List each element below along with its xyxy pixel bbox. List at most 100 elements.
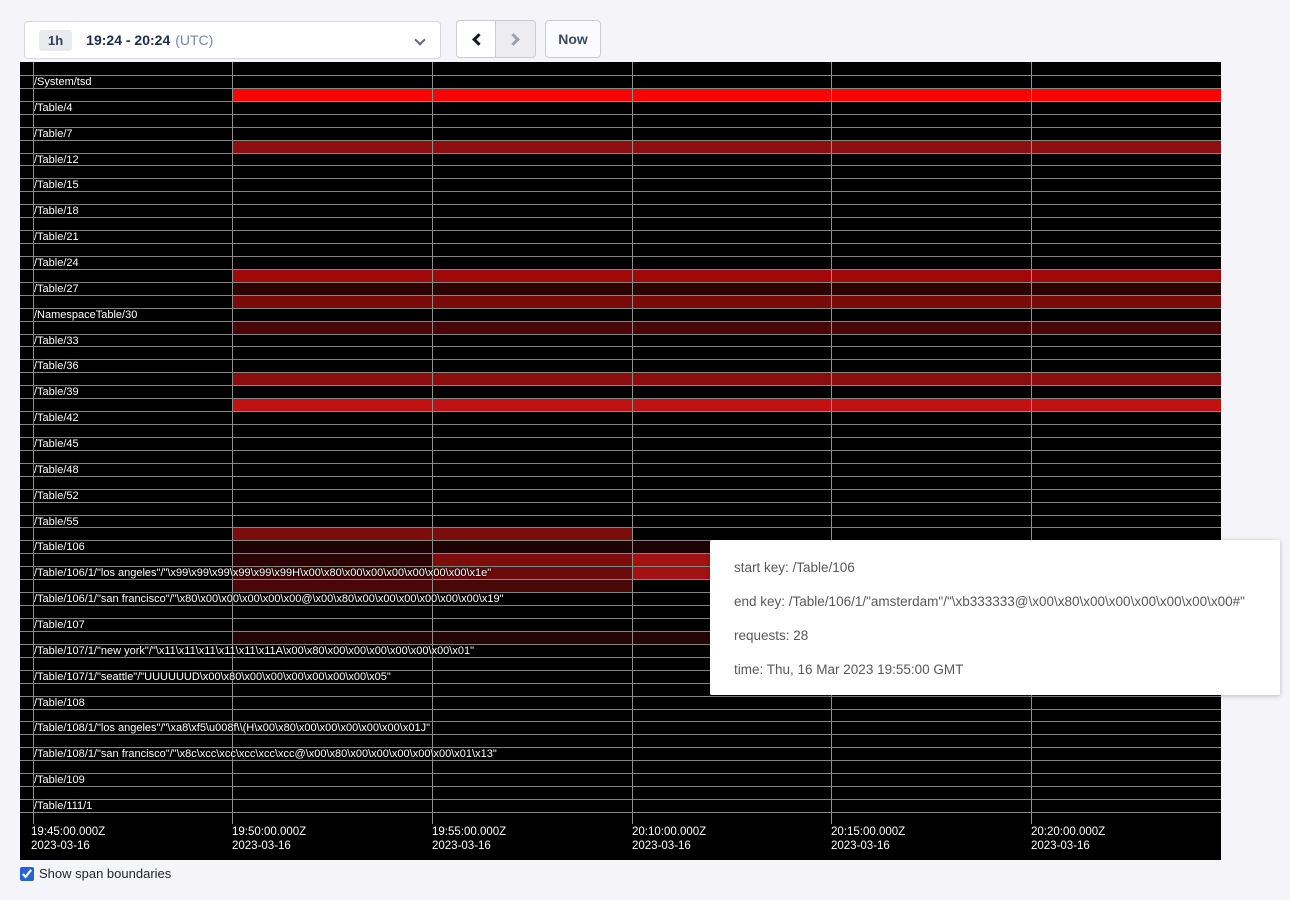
- span-boundary-line: [20, 256, 1221, 257]
- span-boundary-line: [20, 489, 1221, 490]
- row-label: /Table/7: [34, 128, 73, 141]
- span-boundary-line: [20, 295, 1221, 296]
- tooltip-time: time: Thu, 16 Mar 2023 19:55:00 GMT: [734, 653, 1256, 687]
- x-axis-label: 20:15:00.000Z2023-03-16: [831, 825, 905, 853]
- time-gridline: [632, 62, 633, 824]
- row-label: /Table/107/1/"seattle"/"UUUUUUD\x00\x80\…: [34, 671, 391, 684]
- x-axis-label: 19:50:00.000Z2023-03-16: [232, 825, 306, 853]
- span-boundary-line: [20, 178, 1221, 179]
- span-boundary-line: [20, 527, 1221, 528]
- tooltip-end-key: end key: /Table/106/1/"amsterdam"/"\xb33…: [734, 585, 1256, 619]
- span-boundary-line: [20, 230, 1221, 231]
- row-label: /Table/24: [34, 257, 79, 270]
- time-gridline: [432, 62, 433, 824]
- chevron-down-icon: [414, 34, 425, 45]
- row-label: /NamespaceTable/30: [34, 309, 137, 322]
- row-label: /Table/27: [34, 283, 79, 296]
- span-boundary-line: [20, 450, 1221, 451]
- row-label: /Table/107: [34, 619, 85, 632]
- span-boundary-line: [20, 372, 1221, 373]
- span-boundary-line: [20, 502, 1221, 503]
- span-boundary-line: [20, 359, 1221, 360]
- span-boundary-line: [20, 308, 1221, 309]
- time-range-select[interactable]: 1h 19:24 - 20:24 (UTC): [24, 21, 441, 59]
- row-label: /Table/15: [34, 179, 79, 192]
- row-label: /Table/33: [34, 335, 79, 348]
- span-boundary-line: [20, 812, 1221, 813]
- span-boundary-line: [20, 75, 1221, 76]
- row-label: /Table/111/1: [34, 800, 92, 813]
- row-label: /Table/108: [34, 697, 85, 710]
- span-boundary-line: [20, 165, 1221, 166]
- heat-band[interactable]: [232, 398, 1221, 411]
- row-label: /Table/106/1/"los angeles"/"\x99\x99\x99…: [34, 567, 491, 580]
- span-boundary-line: [20, 346, 1221, 347]
- heat-band[interactable]: [232, 269, 1221, 282]
- row-label: /Table/108/1/"san francisco"/"\x8c\xcc\x…: [34, 748, 497, 761]
- show-span-boundaries-label[interactable]: Show span boundaries: [39, 866, 171, 881]
- x-axis-label: 19:55:00.000Z2023-03-16: [432, 825, 506, 853]
- span-boundary-line: [20, 204, 1221, 205]
- span-boundary-line: [20, 385, 1221, 386]
- duration-badge: 1h: [39, 30, 72, 51]
- span-boundary-line: [20, 153, 1221, 154]
- row-label: /Table/18: [34, 205, 79, 218]
- time-gridline: [232, 62, 233, 824]
- span-boundary-line: [20, 101, 1221, 102]
- heat-band[interactable]: [232, 372, 1221, 385]
- span-boundary-line: [20, 424, 1221, 425]
- next-time-button-disabled[interactable]: [496, 21, 535, 57]
- row-label: /Table/106/1/"san francisco"/"\x80\x00\x…: [34, 593, 504, 606]
- heat-band[interactable]: [232, 88, 1221, 101]
- row-label: /Table/21: [34, 231, 79, 244]
- row-label: /Table/36: [34, 360, 79, 373]
- toolbar: 1h 19:24 - 20:24 (UTC) Now: [0, 0, 1290, 62]
- x-axis-label: 19:45:00.000Z2023-03-16: [31, 825, 105, 853]
- x-axis-label: 20:20:00.000Z2023-03-16: [1031, 825, 1105, 853]
- span-boundary-line: [20, 140, 1221, 141]
- span-boundary-line: [20, 217, 1221, 218]
- heat-band[interactable]: [432, 553, 632, 566]
- heat-band[interactable]: [232, 140, 1221, 153]
- row-label: /Table/48: [34, 464, 79, 477]
- span-boundary-line: [20, 334, 1221, 335]
- row-label: /Table/109: [34, 774, 85, 787]
- span-boundary-line: [20, 696, 1221, 697]
- span-boundary-line: [20, 437, 1221, 438]
- prev-time-button[interactable]: [457, 21, 496, 57]
- time-gridline: [831, 62, 832, 824]
- row-label: /Table/4: [34, 102, 73, 115]
- time-range-timezone: (UTC): [175, 32, 213, 48]
- span-boundary-line: [20, 786, 1221, 787]
- tooltip-requests: requests: 28: [734, 619, 1256, 653]
- time-range-label: 19:24 - 20:24: [86, 32, 170, 48]
- tooltip-start-key: start key: /Table/106: [734, 551, 1256, 585]
- span-boundary-line: [20, 709, 1221, 710]
- heat-band[interactable]: [232, 321, 1221, 334]
- span-boundary-line: [20, 799, 1221, 800]
- span-boundary-line: [20, 321, 1221, 322]
- row-label: /Table/12: [34, 154, 79, 167]
- span-boundary-line: [20, 269, 1221, 270]
- span-boundary-line: [20, 463, 1221, 464]
- row-label: /Table/106: [34, 541, 85, 554]
- row-label: /System/tsd: [34, 76, 91, 89]
- span-boundary-line: [20, 114, 1221, 115]
- heatmap-chart[interactable]: /System/tsd/Table/4/Table/7/Table/12/Tab…: [20, 62, 1221, 860]
- span-boundary-line: [20, 515, 1221, 516]
- row-label: /Table/52: [34, 490, 79, 503]
- heat-band[interactable]: [232, 295, 1221, 308]
- row-label: /Table/55: [34, 516, 79, 529]
- row-label: /Table/108/1/"los angeles"/"\xa8\xf5\u00…: [34, 722, 430, 735]
- span-boundary-line: [20, 243, 1221, 244]
- row-label: /Table/42: [34, 412, 79, 425]
- row-label: /Table/39: [34, 386, 79, 399]
- span-boundary-line: [20, 411, 1221, 412]
- heat-band[interactable]: [232, 282, 1221, 295]
- now-button[interactable]: Now: [545, 20, 601, 58]
- show-span-boundaries-checkbox[interactable]: [20, 867, 34, 881]
- span-boundary-line: [20, 191, 1221, 192]
- heat-band[interactable]: [232, 553, 432, 566]
- x-axis-label: 20:10:00.000Z2023-03-16: [632, 825, 706, 853]
- span-boundary-line: [20, 476, 1221, 477]
